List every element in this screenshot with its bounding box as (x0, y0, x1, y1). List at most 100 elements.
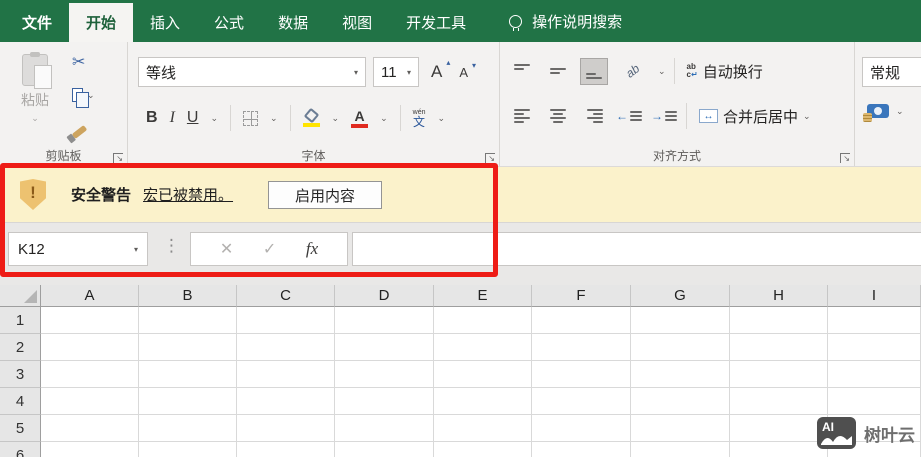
cell-C2[interactable] (237, 334, 335, 361)
bold-button[interactable]: B (146, 109, 158, 127)
paste-button[interactable]: 粘贴 ⌄ (10, 52, 60, 140)
cell-E5[interactable] (434, 415, 532, 442)
column-header-I[interactable]: I (828, 285, 921, 307)
row-header-1[interactable]: 1 (0, 307, 41, 334)
cell-F6[interactable] (532, 442, 631, 457)
column-header-E[interactable]: E (434, 285, 532, 307)
cell-A3[interactable] (41, 361, 139, 388)
cell-E2[interactable] (434, 334, 532, 361)
font-color-button[interactable]: A (351, 109, 369, 128)
cell-D4[interactable] (335, 388, 434, 415)
decrease-font-size-button[interactable]: A ▾ (454, 61, 476, 82)
row-header-2[interactable]: 2 (0, 334, 41, 361)
cell-C6[interactable] (237, 442, 335, 457)
tab-view[interactable]: 视图 (325, 3, 389, 42)
cell-B2[interactable] (139, 334, 237, 361)
top-align-button[interactable] (508, 58, 536, 85)
cell-C4[interactable] (237, 388, 335, 415)
cell-A4[interactable] (41, 388, 139, 415)
align-right-button[interactable] (580, 103, 608, 130)
row-header-3[interactable]: 3 (0, 361, 41, 388)
cell-H5[interactable] (730, 415, 828, 442)
decrease-indent-button[interactable]: ← (616, 109, 643, 123)
cell-H4[interactable] (730, 388, 828, 415)
font-color-chevron-icon[interactable]: ⌄ (380, 113, 388, 123)
cell-D5[interactable] (335, 415, 434, 442)
row-header-4[interactable]: 4 (0, 388, 41, 415)
cell-D2[interactable] (335, 334, 434, 361)
copy-button[interactable]: ⌄ (72, 83, 95, 108)
formula-bar-resize-handle[interactable]: ⋮ (163, 236, 180, 256)
increase-font-size-button[interactable]: A ▴ (426, 58, 450, 84)
column-header-C[interactable]: C (237, 285, 335, 307)
column-header-F[interactable]: F (532, 285, 631, 307)
middle-align-button[interactable] (544, 58, 572, 85)
column-header-D[interactable]: D (335, 285, 434, 307)
cell-H3[interactable] (730, 361, 828, 388)
select-all-corner[interactable] (0, 285, 41, 307)
cell-G1[interactable] (631, 307, 730, 334)
cell-F1[interactable] (532, 307, 631, 334)
orientation-button[interactable]: ab (616, 58, 650, 85)
cell-I2[interactable] (828, 334, 921, 361)
accounting-format-button[interactable]: ⌄ (863, 104, 904, 122)
cell-B3[interactable] (139, 361, 237, 388)
fill-color-chevron-icon[interactable]: ⌄ (332, 113, 340, 123)
formula-input[interactable] (352, 232, 921, 266)
cell-B4[interactable] (139, 388, 237, 415)
cell-E1[interactable] (434, 307, 532, 334)
cell-I4[interactable] (828, 388, 921, 415)
italic-button[interactable]: I (170, 109, 175, 127)
cell-E6[interactable] (434, 442, 532, 457)
column-header-A[interactable]: A (41, 285, 139, 307)
merge-chevron-icon[interactable]: ⌄ (803, 111, 811, 121)
cell-A2[interactable] (41, 334, 139, 361)
fill-color-button[interactable] (302, 107, 320, 127)
cell-G6[interactable] (631, 442, 730, 457)
cell-D6[interactable] (335, 442, 434, 457)
cut-button[interactable]: ✂ (72, 50, 95, 74)
cell-B6[interactable] (139, 442, 237, 457)
cell-C1[interactable] (237, 307, 335, 334)
borders-chevron-icon[interactable]: ⌄ (270, 113, 278, 123)
cell-G5[interactable] (631, 415, 730, 442)
cell-I3[interactable] (828, 361, 921, 388)
cell-C3[interactable] (237, 361, 335, 388)
wrap-text-button[interactable]: ab c↵ 自动换行 (687, 61, 763, 82)
cancel-icon[interactable]: ✕ (220, 239, 233, 259)
enter-icon[interactable]: ✓ (263, 239, 276, 259)
phonetic-guide-button[interactable]: wén 文 (413, 109, 426, 128)
cell-F5[interactable] (532, 415, 631, 442)
tab-home[interactable]: 开始 (69, 3, 134, 42)
cell-A6[interactable] (41, 442, 139, 457)
cell-E3[interactable] (434, 361, 532, 388)
phonetic-chevron-icon[interactable]: ⌄ (437, 113, 445, 123)
cell-G3[interactable] (631, 361, 730, 388)
increase-indent-button[interactable]: → (651, 109, 678, 123)
font-dialog-launcher-icon[interactable]: ↘ (485, 153, 495, 163)
number-format-combobox[interactable]: 常规 (862, 57, 921, 87)
alignment-dialog-launcher-icon[interactable]: ↘ (840, 153, 850, 163)
cell-F2[interactable] (532, 334, 631, 361)
cell-D1[interactable] (335, 307, 434, 334)
cell-H1[interactable] (730, 307, 828, 334)
cell-G2[interactable] (631, 334, 730, 361)
cell-F4[interactable] (532, 388, 631, 415)
cell-F3[interactable] (532, 361, 631, 388)
column-header-H[interactable]: H (730, 285, 828, 307)
row-header-5[interactable]: 5 (0, 415, 41, 442)
bottom-align-button[interactable] (580, 57, 608, 85)
tab-data[interactable]: 数据 (261, 3, 325, 42)
borders-icon[interactable] (243, 110, 258, 126)
tab-formulas[interactable]: 公式 (197, 3, 261, 42)
cell-A5[interactable] (41, 415, 139, 442)
format-painter-button[interactable] (71, 116, 95, 140)
cell-A1[interactable] (41, 307, 139, 334)
tell-me-search[interactable]: 操作说明搜索 (509, 0, 622, 42)
column-header-G[interactable]: G (631, 285, 730, 307)
cell-G4[interactable] (631, 388, 730, 415)
underline-button[interactable]: U (187, 109, 199, 127)
cell-D3[interactable] (335, 361, 434, 388)
cell-H6[interactable] (730, 442, 828, 457)
merge-center-button[interactable]: ↔ 合并后居中 ⌄ (699, 106, 811, 127)
